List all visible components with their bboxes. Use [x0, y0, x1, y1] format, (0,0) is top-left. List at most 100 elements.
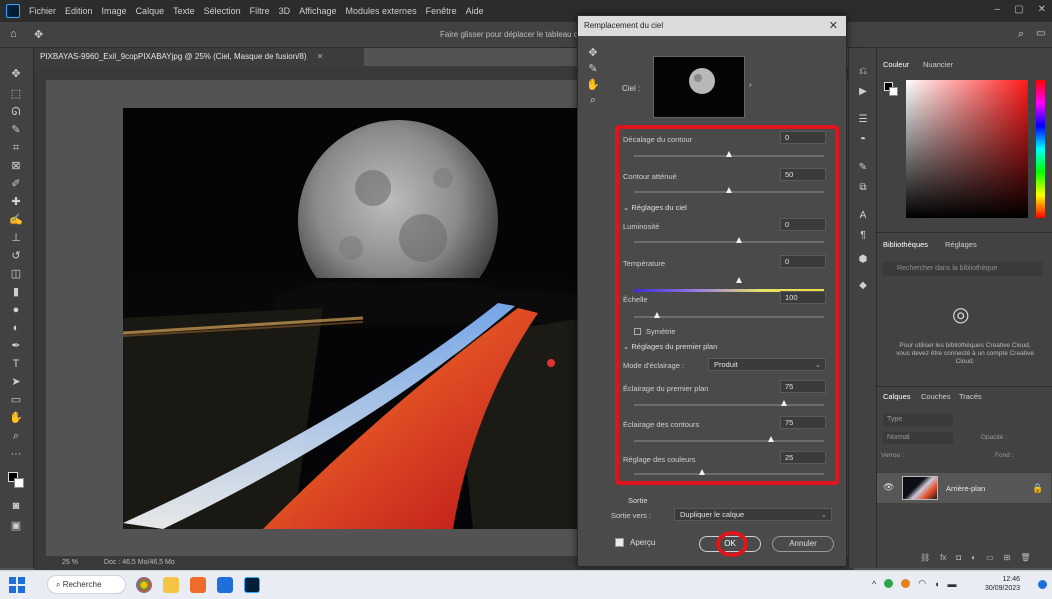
healing-brush-tool-icon[interactable]: ✚	[9, 196, 23, 208]
tab-traces[interactable]: Tracés	[959, 392, 982, 401]
photoshop-logo-icon[interactable]	[6, 4, 20, 18]
document-canvas[interactable]	[123, 108, 585, 529]
gradient-tool-icon[interactable]: ▮	[9, 286, 23, 298]
scale-slider-thumb[interactable]	[653, 312, 660, 318]
clone-stamp-tool-icon[interactable]: ⊥	[9, 232, 23, 244]
adjustment-layer-icon[interactable]: ◐	[971, 553, 976, 562]
dodge-tool-icon[interactable]: ◐	[9, 322, 23, 334]
cancel-button[interactable]: Annuler	[772, 536, 834, 552]
adjustments-panel-icon[interactable]: ◓	[857, 134, 869, 146]
menu-image[interactable]: Image	[102, 6, 127, 16]
minimize-button[interactable]: –	[995, 4, 1001, 15]
scale-slider[interactable]	[634, 316, 824, 318]
sky-preset-thumbnail[interactable]	[653, 56, 745, 118]
paragraph-panel-icon[interactable]: ¶	[857, 230, 869, 242]
frame-tool-icon[interactable]: ⊠	[9, 160, 23, 172]
foreground-adjustments-header[interactable]: ⌄ Réglages du premier plan	[623, 342, 717, 351]
sky-adjustments-header[interactable]: ⌄ Réglages du ciel	[623, 203, 687, 212]
flip-checkbox[interactable]	[634, 328, 641, 335]
photoshop-taskbar-icon[interactable]	[244, 577, 260, 593]
chrome-icon[interactable]	[136, 577, 152, 593]
lighting-mode-select[interactable]: Produit ⌄	[708, 358, 826, 371]
output-to-select[interactable]: Dupliquer le calque ⌄	[674, 508, 832, 521]
blur-tool-icon[interactable]: ●	[9, 304, 23, 316]
file-explorer-icon[interactable]	[163, 577, 179, 593]
menu-edition[interactable]: Edition	[65, 6, 93, 16]
brushes-panel-icon[interactable]: ✎	[857, 162, 869, 174]
menu-fichier[interactable]: Fichier	[29, 6, 56, 16]
tray-app-icon[interactable]	[901, 579, 911, 588]
zoom-status[interactable]: 25 %	[62, 559, 78, 566]
home-icon[interactable]: ⌂	[10, 28, 17, 40]
start-button[interactable]	[9, 577, 25, 593]
glyphs-panel-icon[interactable]: ◆	[857, 280, 869, 292]
menu-texte[interactable]: Texte	[173, 6, 195, 16]
type-tool-icon[interactable]: T	[9, 358, 23, 370]
search-icon[interactable]: ⌕	[1018, 28, 1024, 41]
foreground-lighting-input[interactable]: 75	[780, 380, 826, 393]
layer-style-icon[interactable]: fx	[940, 553, 946, 562]
delete-layer-icon[interactable]: 🗑	[1020, 553, 1030, 562]
notification-icon[interactable]	[1038, 580, 1047, 589]
layer-thumbnail[interactable]	[902, 476, 938, 500]
add-mask-icon[interactable]: ◘	[956, 553, 961, 562]
color-adjustment-slider[interactable]	[634, 473, 824, 475]
crop-tool-icon[interactable]: ⌗	[9, 142, 23, 154]
menu-selection[interactable]: Sélection	[204, 6, 241, 16]
screen-mode-icon[interactable]: ▣	[9, 520, 23, 532]
preview-checkbox[interactable]	[615, 538, 624, 547]
volume-icon[interactable]: ◖	[934, 579, 939, 589]
fade-edge-input[interactable]: 50	[780, 168, 826, 181]
fade-edge-slider-thumb[interactable]	[726, 187, 732, 193]
color-adjustment-input[interactable]: 25	[780, 451, 826, 464]
marquee-tool-icon[interactable]: ⬚	[9, 88, 23, 100]
shift-edge-slider-thumb[interactable]	[726, 151, 732, 157]
close-document-icon[interactable]: ✕	[317, 52, 324, 61]
edge-lighting-input[interactable]: 75	[780, 416, 826, 429]
tab-bibliotheques[interactable]: Bibliothèques	[883, 240, 928, 249]
layer-visibility-eye-icon[interactable]: 👁	[883, 482, 894, 493]
color-adjustment-slider-thumb[interactable]	[699, 469, 706, 475]
group-icon[interactable]: ▭	[986, 553, 994, 562]
menu-fenetre[interactable]: Fenêtre	[426, 6, 457, 16]
quick-selection-tool-icon[interactable]: ✎	[9, 124, 23, 136]
brightness-slider-thumb[interactable]	[735, 237, 742, 243]
properties-panel-icon[interactable]: ☰	[857, 114, 869, 126]
office-app-icon[interactable]	[190, 577, 206, 593]
layer-name[interactable]: Arrière-plan	[946, 484, 985, 493]
more-tools-icon[interactable]: ···	[9, 448, 23, 460]
character-panel-icon[interactable]: A	[857, 210, 869, 222]
tray-chevron-up-icon[interactable]: ^	[872, 579, 876, 589]
sky-dropdown-chevron-icon[interactable]: ›	[749, 80, 752, 89]
move-tool-icon[interactable]: ✥	[34, 28, 43, 41]
dialog-close-button[interactable]: ✕	[829, 16, 838, 36]
taskbar-search[interactable]: ⌕ Recherche	[47, 575, 126, 594]
move-sky-tool-icon[interactable]: ✥	[586, 46, 600, 62]
eraser-tool-icon[interactable]: ◫	[9, 268, 23, 280]
tab-nuancier[interactable]: Nuancier	[923, 60, 953, 69]
tab-couches[interactable]: Couches	[921, 392, 951, 401]
menu-calque[interactable]: Calque	[136, 6, 165, 16]
history-brush-tool-icon[interactable]: ↺	[9, 250, 23, 262]
tab-reglages[interactable]: Réglages	[945, 240, 977, 249]
tab-calques[interactable]: Calques	[883, 392, 911, 401]
path-selection-tool-icon[interactable]: ➤	[9, 376, 23, 388]
background-swatch[interactable]	[889, 87, 898, 96]
scale-input[interactable]: 100	[780, 291, 826, 304]
3d-panel-icon[interactable]: ⬢	[857, 254, 869, 266]
menu-aide[interactable]: Aide	[466, 6, 484, 16]
outlook-icon[interactable]	[217, 577, 233, 593]
shift-edge-input[interactable]: 0	[780, 131, 826, 144]
brightness-slider[interactable]	[634, 241, 824, 243]
layer-filter-input[interactable]: Type	[883, 414, 953, 426]
temperature-input[interactable]: 0	[780, 255, 826, 268]
menu-affichage[interactable]: Affichage	[299, 6, 336, 16]
wifi-icon[interactable]: ◠	[918, 578, 926, 589]
new-layer-icon[interactable]: ⊞	[1004, 553, 1011, 562]
temperature-slider-thumb[interactable]	[735, 277, 742, 283]
hue-slider[interactable]	[1036, 80, 1045, 218]
link-layers-icon[interactable]: ⛓	[920, 553, 930, 562]
brush-tool-icon[interactable]: ✍	[9, 214, 23, 226]
battery-icon[interactable]: ▬	[948, 579, 957, 589]
color-picker-field[interactable]	[906, 80, 1028, 218]
